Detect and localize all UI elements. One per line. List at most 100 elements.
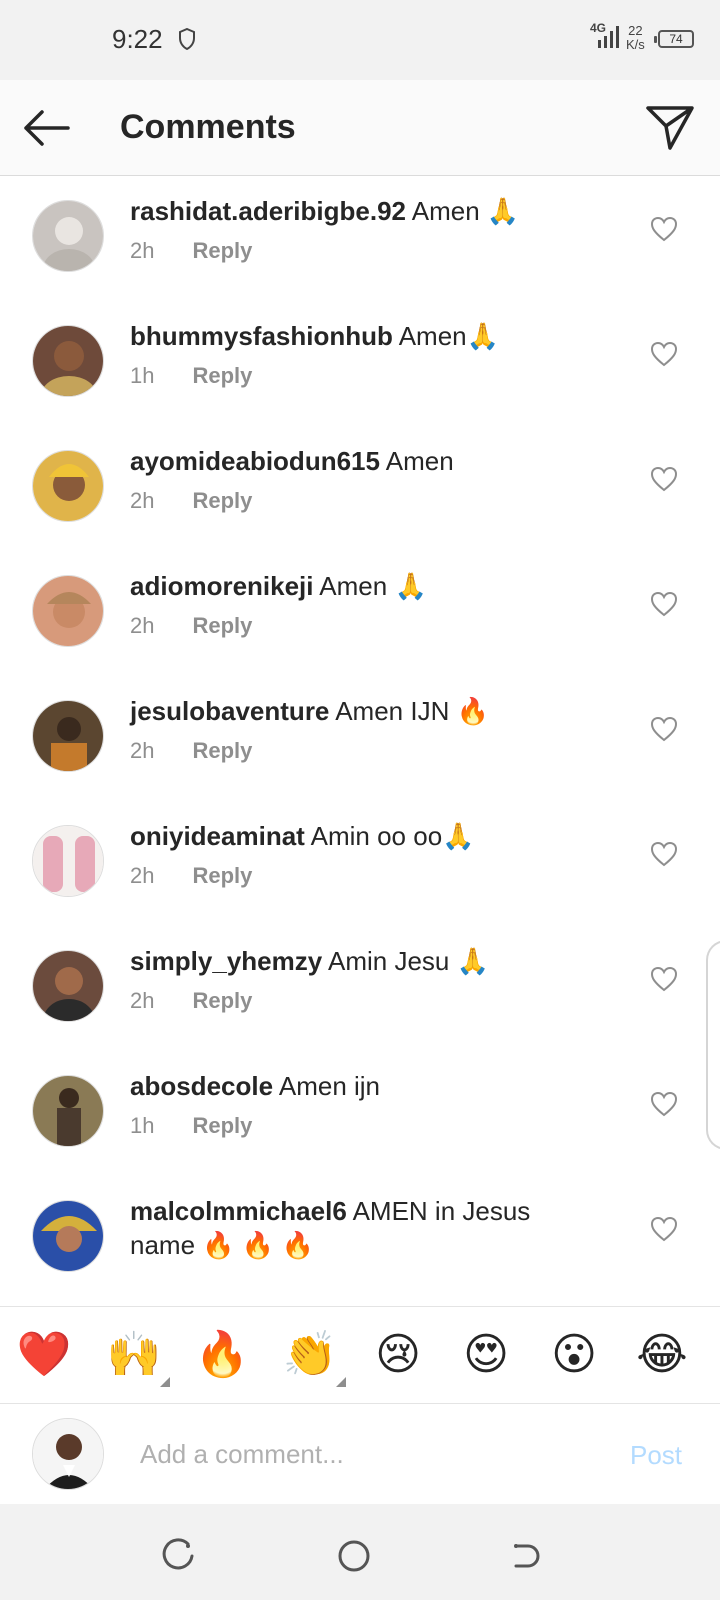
comment-time: 1h <box>130 363 155 388</box>
comment-username[interactable]: jesulobaventure <box>130 696 329 726</box>
open-mouth-emoji-button[interactable]: 😮 <box>546 1327 602 1383</box>
comment-input[interactable] <box>140 1430 590 1478</box>
heart-icon[interactable] <box>650 716 678 742</box>
page-title: Comments <box>120 108 296 146</box>
comment-meta: 2h Reply <box>130 863 252 889</box>
comment-item: simply_yhemzy Amin Jesu 🙏 2h Reply <box>0 926 720 1054</box>
header: Comments <box>0 80 720 176</box>
comment-time: 2h <box>130 488 155 513</box>
avatar[interactable] <box>32 825 104 897</box>
status-bar: 9:22 4G 22 K/s 74 <box>0 0 720 80</box>
signal-icon <box>598 26 619 48</box>
reply-button[interactable]: Reply <box>192 363 252 388</box>
reply-button[interactable]: Reply <box>192 988 252 1013</box>
heart-icon[interactable] <box>650 341 678 367</box>
avatar[interactable] <box>32 450 104 522</box>
comment-time: 2h <box>130 988 155 1013</box>
avatar[interactable] <box>32 200 104 272</box>
emoji-variants-indicator <box>160 1377 170 1387</box>
share-button[interactable] <box>644 104 696 152</box>
heart-icon[interactable] <box>650 591 678 617</box>
reply-button[interactable]: Reply <box>192 863 252 888</box>
battery-icon: 74 <box>654 30 694 48</box>
heart-icon[interactable] <box>650 1091 678 1117</box>
heart-eyes-emoji-button[interactable]: 😍 <box>458 1327 514 1383</box>
comment-text: ayomideabiodun615 Amen <box>130 444 560 478</box>
emoji-reaction-bar: ❤️ 🙌 🔥 👏 😢 😍 😮 😂 <box>0 1306 720 1404</box>
comment-item: oniyideaminat Amin oo oo🙏 2h Reply <box>0 801 720 929</box>
shield-icon <box>179 28 195 50</box>
reply-button[interactable]: Reply <box>192 613 252 638</box>
comment-body: Amin oo oo🙏 <box>310 821 475 851</box>
comment-body: Amen 🙏 <box>411 196 520 226</box>
comment-time: 2h <box>130 238 155 263</box>
recents-icon[interactable] <box>162 1538 198 1574</box>
comment-text: bhummysfashionhub Amen🙏 <box>130 319 560 353</box>
emoji-variants-indicator <box>336 1377 346 1387</box>
heart-icon[interactable] <box>650 1216 678 1242</box>
avatar[interactable] <box>32 325 104 397</box>
avatar[interactable] <box>32 575 104 647</box>
comment-body: Amen ijn <box>278 1071 381 1101</box>
comment-meta: 2h Reply <box>130 238 252 264</box>
reply-button[interactable]: Reply <box>192 238 252 263</box>
back-button[interactable] <box>20 106 72 150</box>
arrow-left-icon <box>24 110 70 146</box>
network-speed: 22 K/s <box>626 24 645 52</box>
comment-time: 2h <box>130 613 155 638</box>
comment-time: 1h <box>130 1113 155 1138</box>
system-nav-bar <box>0 1504 720 1600</box>
comment-item: abosdecole Amen ijn 1h Reply <box>0 1051 720 1179</box>
avatar <box>32 1418 104 1490</box>
heart-icon[interactable] <box>650 466 678 492</box>
comment-username[interactable]: adiomorenikeji <box>130 571 314 601</box>
comment-item: rashidat.aderibigbe.92 Amen 🙏 2h Reply <box>0 176 720 304</box>
heart-icon[interactable] <box>650 966 678 992</box>
comments-list[interactable]: rashidat.aderibigbe.92 Amen 🙏 2h Reply bh… <box>0 176 720 1306</box>
fire-emoji-button[interactable]: 🔥 <box>194 1327 250 1383</box>
comment-username[interactable]: ayomideabiodun615 <box>130 446 380 476</box>
comment-username[interactable]: abosdecole <box>130 1071 273 1101</box>
paper-plane-icon <box>646 106 694 150</box>
comment-text: adiomorenikeji Amen 🙏 <box>130 569 560 603</box>
reply-button[interactable]: Reply <box>192 488 252 513</box>
raising-hands-emoji-button[interactable]: 🙌 <box>106 1327 162 1383</box>
comment-text: jesulobaventure Amen IJN 🔥 <box>130 694 560 728</box>
avatar[interactable] <box>32 700 104 772</box>
avatar[interactable] <box>32 1075 104 1147</box>
back-nav-icon[interactable] <box>508 1538 544 1574</box>
comment-text: oniyideaminat Amin oo oo🙏 <box>130 819 560 853</box>
clapping-hands-emoji-button[interactable]: 👏 <box>282 1327 338 1383</box>
post-button[interactable]: Post <box>630 1440 682 1471</box>
comment-time: 2h <box>130 863 155 888</box>
speed-value: 22 <box>628 23 643 38</box>
reply-button[interactable]: Reply <box>192 1113 252 1138</box>
comment-username[interactable]: malcolmmichael6 <box>130 1196 347 1226</box>
comment-item: adiomorenikeji Amen 🙏 2h Reply <box>0 551 720 679</box>
comment-username[interactable]: rashidat.aderibigbe.92 <box>130 196 406 226</box>
tears-of-joy-emoji-button[interactable]: 😂 <box>634 1327 690 1383</box>
comment-body: Amen🙏 <box>398 321 499 351</box>
scroll-handle[interactable] <box>706 940 720 1150</box>
comment-item: ayomideabiodun615 Amen 2h Reply <box>0 426 720 554</box>
comment-meta: 2h Reply <box>130 738 252 764</box>
avatar[interactable] <box>32 950 104 1022</box>
comment-body: Amen IJN 🔥 <box>335 696 489 726</box>
comment-username[interactable]: bhummysfashionhub <box>130 321 393 351</box>
status-time: 9:22 <box>112 24 163 54</box>
comment-text: simply_yhemzy Amin Jesu 🙏 <box>130 944 560 978</box>
reply-button[interactable]: Reply <box>192 738 252 763</box>
home-icon[interactable] <box>336 1538 372 1574</box>
comment-meta: 2h Reply <box>130 613 252 639</box>
comment-username[interactable]: oniyideaminat <box>130 821 305 851</box>
heart-icon[interactable] <box>650 216 678 242</box>
avatar[interactable] <box>32 1200 104 1272</box>
red-heart-emoji-button[interactable]: ❤️ <box>16 1327 72 1383</box>
comment-item: malcolmmichael6 AMEN in Jesus name 🔥 🔥 🔥 <box>0 1176 720 1306</box>
comment-meta: 2h Reply <box>130 488 252 514</box>
heart-icon[interactable] <box>650 841 678 867</box>
comment-body: Amen 🙏 <box>319 571 427 601</box>
crying-face-emoji-button[interactable]: 😢 <box>370 1327 426 1383</box>
comment-username[interactable]: simply_yhemzy <box>130 946 322 976</box>
speed-unit: K/s <box>626 37 645 52</box>
